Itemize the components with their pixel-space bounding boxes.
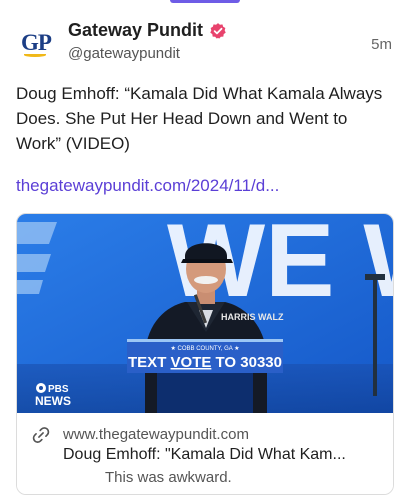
lectern-small-text: ★ COBB COUNTY, GA ★: [171, 345, 240, 352]
handle[interactable]: @gatewaypundit: [68, 45, 180, 62]
verified-badge-icon: [210, 22, 226, 39]
link-icon: [32, 427, 50, 443]
link-preview-card[interactable]: WE W HARRIS WALZ: [16, 213, 394, 495]
card-description: This was awkward.: [105, 469, 232, 486]
card-domain: www.thegatewaypundit.com: [63, 426, 249, 443]
watermark-bottom: NEWS: [35, 394, 71, 408]
jacket-text: HARRIS WALZ: [221, 312, 284, 322]
card-meta[interactable]: www.thegatewaypundit.com Doug Emhoff: "K…: [17, 413, 393, 494]
lectern-main-text: TEXT VOTE TO 30330: [128, 354, 282, 371]
display-name[interactable]: Gateway Pundit: [68, 20, 203, 41]
card-title: Doug Emhoff: "Kamala Did What Kam...: [63, 446, 346, 463]
avatar-swoosh: [24, 53, 46, 57]
pbs-news-watermark: PBS NEWS: [35, 383, 71, 408]
post-time[interactable]: 5m: [371, 36, 392, 53]
avatar[interactable]: GP: [16, 22, 56, 62]
post-link[interactable]: thegatewaypundit.com/2024/11/d...: [16, 176, 279, 196]
post: GP Gateway Pundit @gatewaypundit 5m Doug…: [0, 0, 410, 500]
name-row: Gateway Pundit: [68, 20, 227, 41]
preview-image[interactable]: WE W HARRIS WALZ: [17, 214, 393, 413]
post-text: Doug Emhoff: “Kamala Did What Kamala Alw…: [16, 84, 383, 153]
avatar-logo: GP: [21, 29, 52, 55]
video-still: WE W HARRIS WALZ: [17, 214, 393, 413]
